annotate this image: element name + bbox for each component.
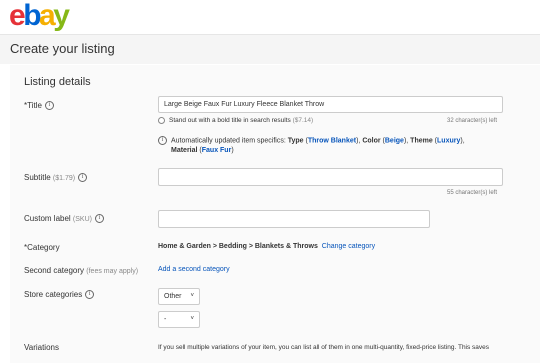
title-label: *Title i [24,101,54,111]
bold-title-option[interactable]: Stand out with a bold title in search re… [158,117,313,124]
title-chars-left: 32 character(s) left [447,118,498,124]
chevron-down-icon: ˅ [190,293,194,299]
header: ebay [0,0,540,34]
info-icon[interactable]: i [85,290,95,300]
second-category-label: Second category (fees may apply) [24,266,139,275]
subtitle-input[interactable] [158,168,503,186]
title-input[interactable]: Large Beige Faux Fur Luxury Fleece Blank… [158,96,503,113]
chevron-down-icon: ˅ [190,316,194,322]
subtitle-label: Subtitle ($1.79) i [24,173,88,183]
listing-details-panel: Listing details *Title i Large Beige Faux… [10,65,540,363]
title-bar: Create your listing [0,34,540,64]
store-category-select-2[interactable]: - ˅ [158,311,200,328]
subtitle-chars-left: 55 character(s) left [447,190,498,196]
item-specifics-notice: i Automatically updated item specifics: T… [158,136,498,156]
ebay-logo[interactable]: ebay [9,1,70,31]
store-categories-label: Store categories i [24,290,95,300]
bold-title-checkbox[interactable] [158,117,165,124]
store-category-select-1[interactable]: Other ˅ [158,288,200,305]
custom-label-input[interactable] [158,210,430,228]
category-path: Home & Garden > Bedding > Blankets & Thr… [158,243,318,250]
section-title: Listing details [24,76,91,88]
info-icon[interactable]: i [44,101,54,111]
category-value: Home & Garden > Bedding > Blankets & Thr… [158,243,375,250]
variations-label: Variations [24,343,59,352]
change-category-link[interactable]: Change category [322,243,375,250]
category-label: *Category [24,243,60,252]
info-icon: i [158,136,167,145]
variations-description: If you sell multiple variations of your … [158,344,490,351]
add-second-category-link[interactable]: Add a second category [158,266,230,273]
info-icon[interactable]: i [78,173,88,183]
info-icon[interactable]: i [94,214,104,224]
custom-label-label: Custom label (SKU) i [24,214,104,224]
page-title: Create your listing [10,41,115,56]
